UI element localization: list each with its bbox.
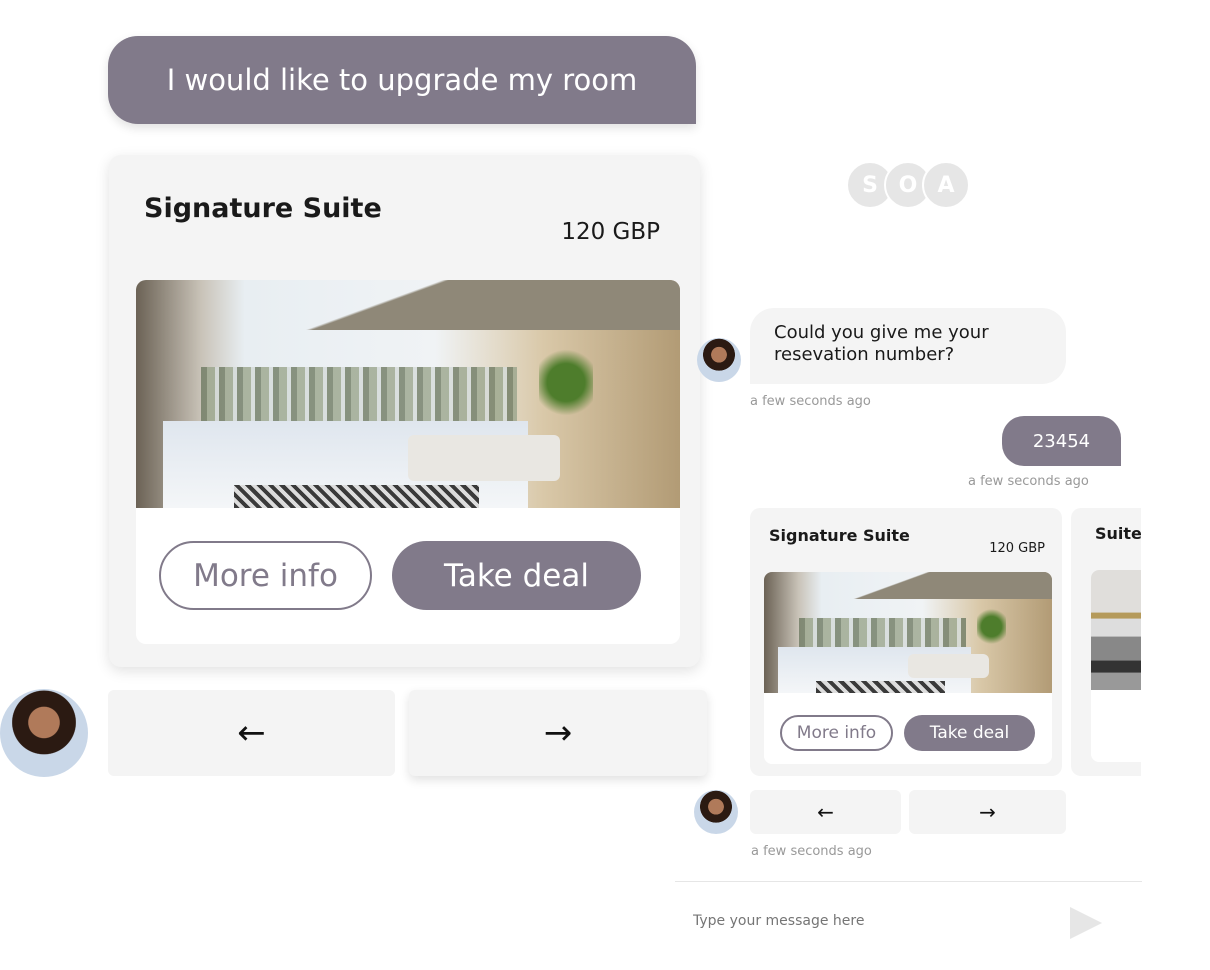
room-price: 120 GBP (989, 541, 1045, 556)
timestamp: a few seconds ago (750, 394, 871, 409)
room-card-body: More info Take deal (136, 280, 680, 644)
prev-button[interactable]: ← (750, 790, 901, 834)
room-price: 120 GBP (561, 219, 660, 245)
room-title: Suite (1095, 524, 1141, 543)
timestamp: a few seconds ago (751, 844, 872, 859)
next-button[interactable]: → (409, 690, 707, 776)
take-deal-button[interactable]: Take deal (392, 541, 641, 610)
divider (675, 881, 1142, 882)
more-info-button[interactable]: More info (780, 715, 893, 751)
prev-button[interactable]: ← (108, 690, 395, 776)
take-deal-button[interactable]: Take deal (904, 715, 1035, 751)
agent-avatar (694, 790, 738, 834)
room-offer-card: Signature Suite 120 GBP More info Take d… (109, 155, 700, 667)
agent-avatar (0, 689, 88, 777)
bot-message-bubble: Could you give me your resevation number… (750, 308, 1066, 384)
room-photo (1091, 570, 1141, 690)
room-title: Signature Suite (144, 193, 382, 224)
room-photo (764, 572, 1052, 693)
room-card-body: More info Take deal (764, 572, 1052, 764)
more-info-button[interactable]: More info (159, 541, 372, 610)
carousel-card: Suite (1071, 508, 1141, 776)
next-button[interactable]: → (909, 790, 1066, 834)
message-input[interactable] (693, 906, 1053, 936)
agent-avatar (697, 338, 741, 382)
user-message-bubble: I would like to upgrade my room (108, 36, 696, 124)
room-card-body (1091, 570, 1141, 762)
carousel-card: Signature Suite 120 GBP More info Take d… (750, 508, 1062, 776)
room-photo (136, 280, 680, 508)
room-title: Signature Suite (769, 526, 910, 545)
timestamp: a few seconds ago (968, 474, 1089, 489)
send-icon[interactable] (1070, 907, 1102, 939)
soa-logo: S O A (846, 161, 970, 209)
user-reply-bubble: 23454 (1002, 416, 1121, 466)
logo-letter: A (922, 161, 970, 209)
